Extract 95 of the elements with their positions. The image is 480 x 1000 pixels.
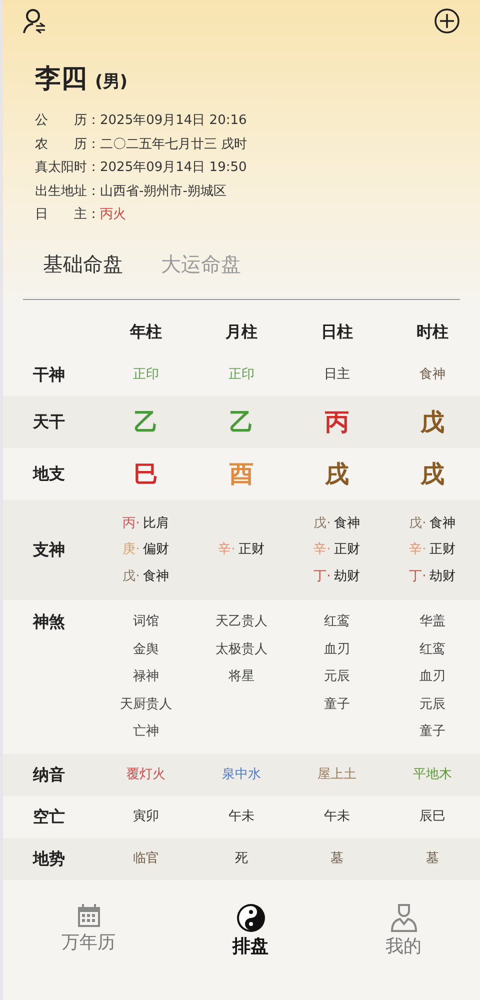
nav-tab[interactable]: 万年历 — [56, 902, 122, 960]
god-text: 食神 — [142, 568, 169, 586]
stem-text: 庚· — [122, 541, 140, 560]
nav-tab[interactable]: 我的 — [380, 902, 428, 960]
person-icon — [390, 902, 418, 932]
nav-tab[interactable]: 排盘 — [226, 902, 274, 960]
gender-label: (男) — [95, 71, 128, 94]
stem-text: 丙· — [122, 514, 140, 533]
table-cell-text: 元辰 — [324, 668, 350, 686]
info-label: 真太阳时： — [35, 159, 100, 177]
stem-text: 辛· — [409, 541, 426, 560]
info-value: 2025年09月14日 19:50 — [100, 159, 247, 177]
column-header: 年柱 — [128, 321, 163, 343]
god-text: 偏财 — [142, 541, 169, 560]
stem-text: 丁· — [409, 568, 426, 586]
row-label: 神煞 — [32, 611, 66, 633]
table-cell: 乙 — [134, 408, 158, 436]
info-label: 公 历： — [35, 112, 100, 130]
table-cell: 正印 — [132, 367, 159, 382]
stem-text: 辛· — [314, 541, 331, 560]
table-cell: 正印 — [228, 367, 254, 382]
table-cell-text: 元辰 — [419, 696, 446, 714]
table-cell-text: 禄神 — [132, 668, 159, 686]
row-label: 支神 — [32, 539, 66, 561]
table-cell: 临官 — [132, 850, 159, 866]
info-label: 农 历： — [35, 136, 100, 154]
table-cell: 戌 — [420, 460, 444, 488]
table-cell: 墓 — [330, 850, 344, 866]
table-cell: 乙 — [229, 408, 254, 436]
table-cell-text: 童子 — [324, 696, 350, 714]
table-cell: 酉 — [229, 460, 254, 488]
table-cell: 寅卯 — [132, 808, 159, 824]
god-text: 劫财 — [334, 568, 360, 586]
info-value: 二〇二五年七月廿三 戌时 — [100, 136, 248, 154]
table-cell: 巳 — [134, 460, 158, 488]
table-cell-text: 血刃 — [419, 668, 446, 686]
god-text: 正财 — [429, 541, 456, 560]
table-cell: 丙 — [324, 408, 349, 436]
add-icon[interactable] — [434, 8, 460, 34]
row-label: 纳音 — [32, 764, 66, 786]
table-cell: 屋上土 — [317, 766, 356, 782]
switch-user-icon[interactable] — [23, 8, 47, 34]
info-value: 山西省-朔州市-朔城区 — [100, 182, 226, 200]
table-cell-text: 太极贵人 — [215, 640, 268, 658]
stem-text: 丁· — [314, 568, 331, 586]
tab[interactable]: 大运命盘 — [161, 248, 241, 278]
table-cell-text: 天乙贵人 — [215, 613, 268, 631]
stem-text: 辛· — [218, 541, 236, 560]
info-label: 日 主： — [35, 206, 100, 224]
row-label: 天干 — [32, 411, 66, 433]
column-header: 月柱 — [224, 321, 258, 343]
table-cell: 平地木 — [412, 766, 452, 782]
row-label: 空亡 — [32, 806, 66, 828]
tab[interactable]: 基础命盘 — [43, 248, 123, 278]
table-cell: 墓 — [426, 850, 439, 866]
table-cell: 戊 — [420, 408, 444, 436]
stem-text: 戊· — [122, 568, 140, 586]
god-text: 食神 — [334, 514, 360, 533]
table-cell-text: 词馆 — [132, 613, 159, 631]
table-cell: 食神 — [419, 367, 446, 382]
table-cell: 午未 — [324, 808, 350, 824]
god-text: 比肩 — [142, 514, 169, 533]
stem-text: 戊· — [409, 514, 426, 533]
god-text: 食神 — [429, 514, 456, 533]
column-header: 时柱 — [415, 321, 450, 343]
table-cell-text: 红鸾 — [419, 640, 446, 658]
row-label: 地支 — [32, 463, 66, 485]
column-header: 日柱 — [320, 321, 354, 343]
table-cell-text: 血刃 — [324, 640, 350, 658]
table-cell-text: 将星 — [228, 668, 254, 686]
calendar-icon — [76, 902, 102, 928]
stem-text: 戊· — [314, 514, 331, 533]
table-cell: 日主 — [324, 367, 350, 382]
table-cell-text: 华盖 — [419, 613, 446, 631]
row-label: 地势 — [32, 848, 66, 870]
info-label: 出生地址： — [35, 182, 100, 200]
yin-yang-icon — [236, 902, 266, 932]
table-cell: 戌 — [324, 460, 349, 488]
info-value: 丙火 — [100, 206, 126, 224]
table-cell-text: 天厨贵人 — [120, 696, 172, 714]
person-name: 李四 — [35, 63, 87, 96]
table-cell-text: 红鸾 — [324, 613, 350, 631]
god-text: 劫财 — [429, 568, 456, 586]
table-cell: 死 — [234, 850, 248, 866]
table-cell: 覆灯火 — [126, 766, 166, 782]
table-cell-text: 金舆 — [132, 640, 159, 658]
info-value: 2025年09月14日 20:16 — [100, 112, 247, 130]
table-cell: 泉中水 — [222, 766, 261, 782]
god-text: 正财 — [334, 541, 360, 560]
table-cell: 午未 — [228, 808, 254, 824]
row-label: 干神 — [32, 364, 66, 386]
table-cell-text: 童子 — [419, 723, 446, 741]
table-cell: 辰巳 — [419, 808, 446, 824]
god-text: 正财 — [238, 541, 264, 560]
table-cell-text: 亡神 — [132, 723, 159, 741]
